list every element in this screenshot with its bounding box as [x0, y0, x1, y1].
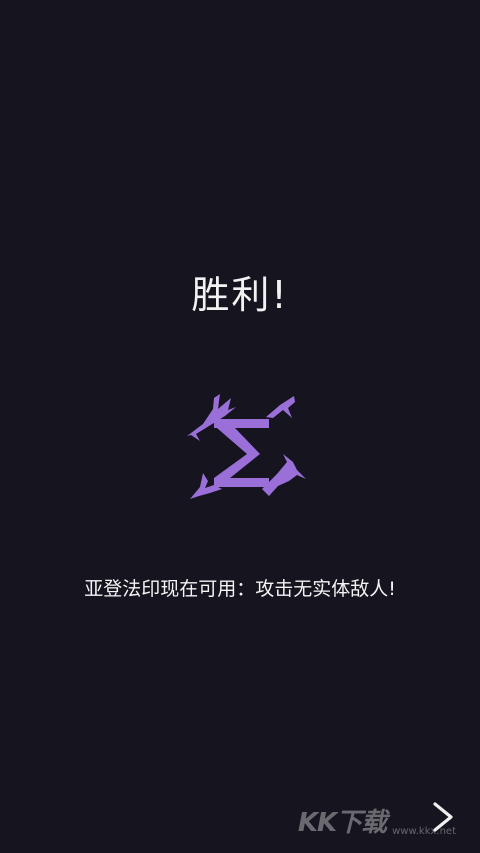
- unlock-message: 亚登法印现在可用：攻击无实体敌人!: [84, 578, 396, 600]
- watermark-logo: KK下载: [297, 808, 387, 838]
- victory-title: 胜利!: [191, 273, 289, 317]
- chevron-right-icon: [433, 802, 453, 832]
- next-button[interactable]: [424, 799, 460, 835]
- yrden-sign-icon: [187, 394, 306, 499]
